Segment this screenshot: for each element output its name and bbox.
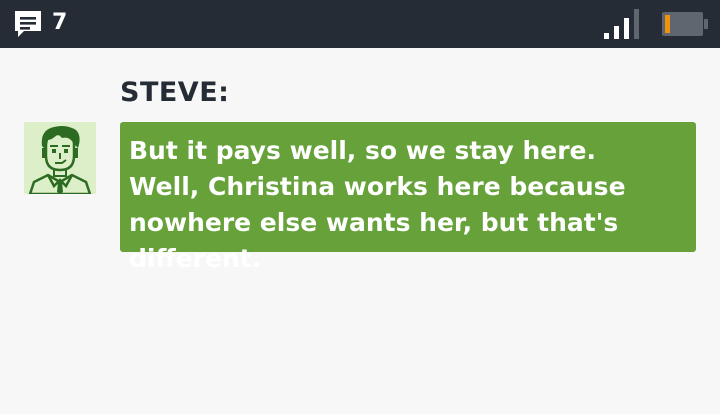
message-count: 7 bbox=[52, 10, 68, 35]
status-bar: 7 bbox=[0, 0, 720, 48]
battery-level-fill bbox=[665, 15, 670, 33]
steve-portrait-icon bbox=[24, 122, 96, 194]
speaker-name: STEVE: bbox=[120, 77, 230, 108]
battery-low-icon bbox=[662, 12, 708, 36]
dialogue-bubble[interactable]: But it pays well, so we stay here. Well,… bbox=[120, 122, 696, 273]
avatar bbox=[24, 122, 96, 194]
dialogue-text: But it pays well, so we stay here. Well,… bbox=[129, 136, 626, 273]
chat-bubble-icon[interactable] bbox=[12, 8, 44, 40]
signal-strength-icon bbox=[604, 9, 639, 39]
